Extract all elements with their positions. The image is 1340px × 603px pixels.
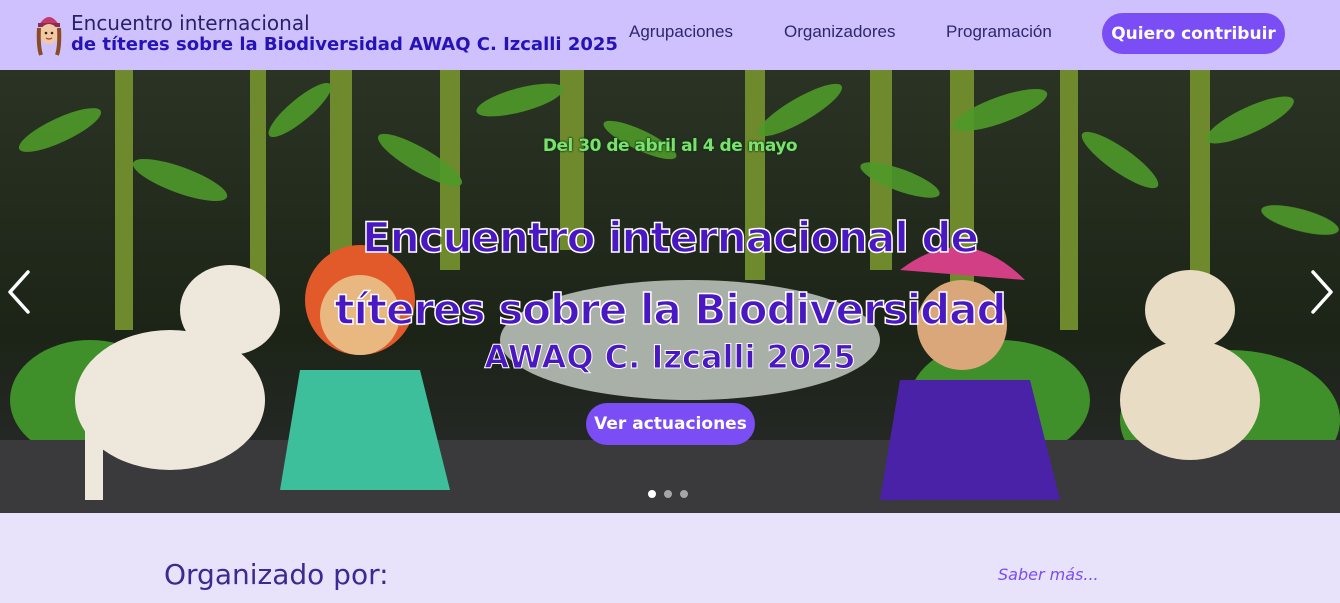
view-performances-button[interactable]: Ver actuaciones [586, 403, 755, 445]
chevron-left-icon[interactable] [4, 268, 34, 316]
contribute-button[interactable]: Quiero contribuir [1102, 13, 1285, 54]
nav-organizadores[interactable]: Organizadores [784, 22, 896, 42]
event-dates: Del 30 de abril al 4 de mayo [542, 136, 798, 156]
carousel-indicators [648, 490, 688, 498]
learn-more-link[interactable]: Saber más... [998, 565, 1099, 584]
hero-headline: Encuentro internacional de títeres sobre… [0, 202, 1340, 346]
carousel-dot-1[interactable] [648, 490, 656, 498]
hero-headline-line2: títeres sobre la Biodiversidad [334, 284, 1008, 335]
hero-subheadline: AWAQ C. Izcalli 2025 [484, 338, 856, 377]
organizers-section: Organizado por: Saber más... [0, 513, 1340, 603]
puppet-girl-icon[interactable] [34, 11, 64, 57]
site-title-line2[interactable]: de títeres sobre la Biodiversidad AWAQ C… [71, 34, 618, 55]
nav-agrupaciones[interactable]: Agrupaciones [629, 22, 733, 42]
carousel-dot-3[interactable] [680, 490, 688, 498]
site-header: Encuentro internacional de títeres sobre… [0, 0, 1340, 70]
carousel-dot-2[interactable] [664, 490, 672, 498]
site-title-line1[interactable]: Encuentro internacional [71, 11, 310, 35]
chevron-right-icon[interactable] [1307, 268, 1337, 316]
nav-programacion[interactable]: Programación [946, 22, 1052, 42]
organizers-title: Organizado por: [164, 558, 389, 591]
hero-headline-line1: Encuentro internacional de [361, 212, 979, 263]
hero-carousel: Del 30 de abril al 4 de mayo Encuentro i… [0, 70, 1340, 513]
